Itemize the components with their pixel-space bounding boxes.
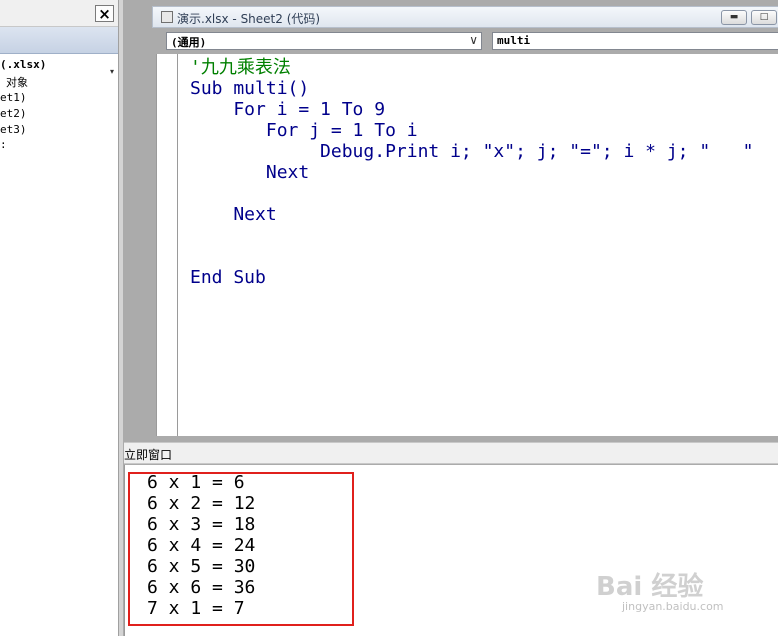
document-icon [161, 11, 173, 23]
code-line-sub[interactable]: Sub multi() [190, 78, 309, 99]
output-line: 6 x 2 = 12 [147, 493, 256, 514]
code-window-title: 演示.xlsx - Sheet2 (代码) [177, 12, 321, 26]
chevron-down-icon[interactable]: ▾ [106, 65, 118, 79]
output-line: 6 x 4 = 24 [147, 535, 256, 556]
baidu-logo: Bai 经验 [596, 572, 704, 602]
project-explorer-pane: × ▾ (.xlsx) 对象 et1) et2) et3) : [0, 0, 119, 636]
output-line: 6 x 1 = 6 [147, 472, 245, 493]
output-line: 7 x 1 = 7 [147, 598, 245, 619]
maximize-button[interactable]: □ [751, 10, 777, 25]
tree-item-workbook[interactable]: (.xlsx) [0, 58, 46, 71]
tree-item-thisworkbook[interactable]: : [0, 138, 7, 151]
code-line-debug-print[interactable]: Debug.Print i; "x"; j; "="; i * j; " " [190, 141, 754, 162]
object-dropdown-value: (通用) [171, 36, 207, 49]
code-line-end-sub[interactable]: End Sub [190, 267, 266, 288]
object-dropdown[interactable]: (通用) ∨ [166, 32, 482, 50]
immediate-window-titlebar: 立即窗口 [124, 442, 778, 464]
tree-item-objects[interactable]: 对象 [6, 74, 28, 90]
close-icon[interactable]: × [95, 5, 114, 23]
immediate-window-title: 立即窗口 [124, 448, 173, 462]
code-line-for-j[interactable]: For j = 1 To i [190, 120, 418, 141]
code-line-comment[interactable]: '九九乘表法 [190, 57, 291, 78]
margin-indicator-bar [177, 54, 178, 436]
watermark-url: jingyan.baidu.com [622, 600, 724, 613]
code-line-for-i[interactable]: For i = 1 To 9 [190, 99, 385, 120]
minimize-button[interactable]: ▬ [721, 10, 747, 25]
code-window-titlebar: 演示.xlsx - Sheet2 (代码) ▬ □ [152, 6, 778, 28]
output-line: 6 x 5 = 30 [147, 556, 256, 577]
tree-item-sheet2[interactable]: et2) [0, 107, 27, 120]
pane-splitter[interactable] [119, 0, 123, 636]
code-window: 演示.xlsx - Sheet2 (代码) ▬ □ (通用) ∨ multi '… [124, 0, 778, 440]
output-line: 6 x 6 = 36 [147, 577, 256, 598]
procedure-dropdown[interactable]: multi [492, 32, 778, 50]
tree-item-sheet1[interactable]: et1) [0, 91, 27, 104]
chevron-down-icon[interactable]: ∨ [469, 33, 478, 47]
code-editor[interactable]: '九九乘表法 Sub multi() For i = 1 To 9 For j … [156, 54, 778, 436]
output-line: 6 x 3 = 18 [147, 514, 256, 535]
code-line-next-outer[interactable]: Next [190, 204, 276, 225]
project-explorer-titlebar: × [0, 0, 118, 27]
tree-item-sheet3[interactable]: et3) [0, 123, 27, 136]
code-line-next-inner[interactable]: Next [190, 162, 309, 183]
project-explorer-toolbar: ▾ [0, 27, 118, 76]
watermark: Bai 经验 jingyan.baidu.com [596, 566, 756, 626]
procedure-dropdown-value: multi [497, 34, 531, 47]
